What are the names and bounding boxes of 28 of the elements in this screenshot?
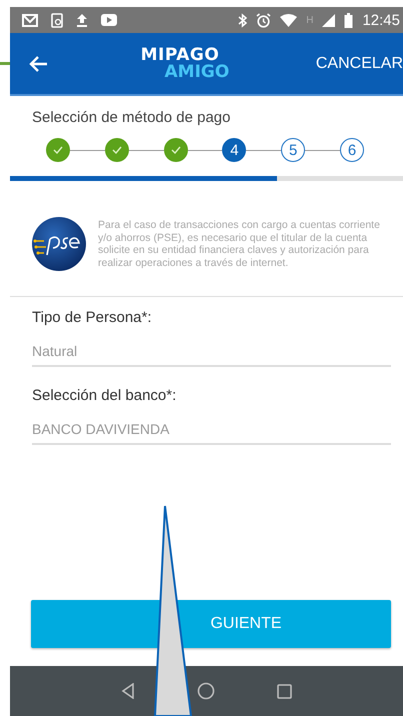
logo-text: AMIGO xyxy=(164,64,230,80)
back-icon[interactable] xyxy=(121,683,135,699)
wifi-icon xyxy=(280,14,298,26)
signal-icon xyxy=(322,14,336,26)
play-icon xyxy=(101,14,117,26)
upload-icon xyxy=(76,13,88,27)
select-field[interactable]: Natural xyxy=(32,343,391,367)
battery-icon xyxy=(344,12,354,28)
step-indicator: 5 xyxy=(281,138,306,162)
next-button[interactable]: GUIENTE xyxy=(31,600,391,648)
home-icon[interactable] xyxy=(197,682,215,700)
field-label: Tipo de Persona*: xyxy=(32,309,153,326)
bluetooth-icon xyxy=(238,12,248,28)
step-indicator: 6 xyxy=(340,138,364,162)
mail-icon xyxy=(22,14,38,26)
logo-text: MIPAGO xyxy=(140,46,220,64)
step-indicator: 4 xyxy=(222,138,246,162)
step-title: Selección de método de pago xyxy=(32,109,232,126)
phone-icon xyxy=(51,12,63,28)
back-arrow-icon xyxy=(28,54,48,72)
alarm-icon xyxy=(256,12,272,28)
field-label: Selección del banco*: xyxy=(32,387,178,404)
pse-logo-icon xyxy=(32,217,86,271)
cancel-button[interactable]: CANCELAR xyxy=(310,48,403,78)
clock-time: 12:45 xyxy=(362,12,400,28)
recents-icon[interactable] xyxy=(277,684,292,698)
select-field[interactable]: BANCO DAVIVIENDA xyxy=(32,421,391,445)
pse-notice: Para el caso de transacciones con cargo a cuentas corriente y/o ahorros (PSE), es necesario que el titular de la cuenta solicite en su entidad financiera claves y autorización para realizar operaciones a través de internet. xyxy=(98,219,381,269)
